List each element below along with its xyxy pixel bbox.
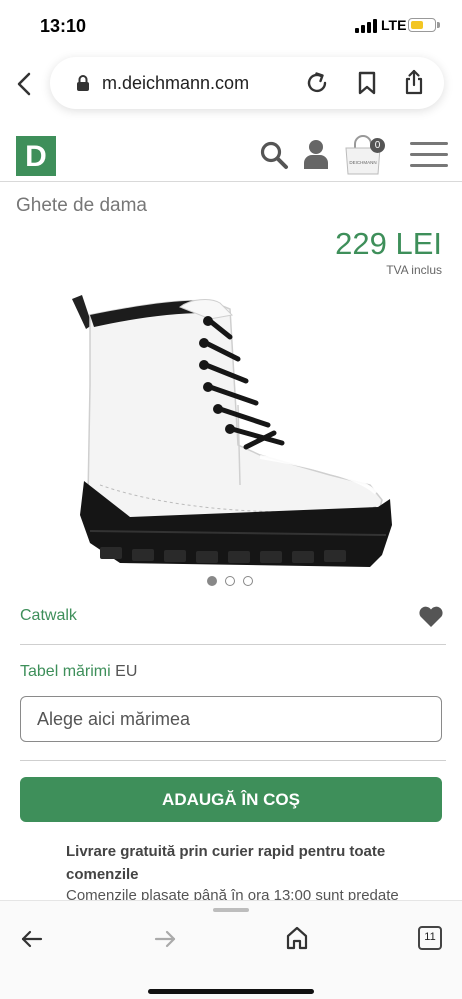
url-text[interactable]: m.deichmann.com	[102, 73, 249, 94]
home-indicator	[148, 989, 314, 994]
product-category: Ghete de dama	[16, 195, 147, 216]
carousel-dot[interactable]	[207, 576, 217, 586]
bag-count-badge: 0	[370, 138, 385, 153]
user-account-icon[interactable]	[303, 139, 329, 169]
browser-back-chevron-icon[interactable]	[14, 70, 36, 98]
carousel-dot[interactable]	[243, 576, 253, 586]
battery-icon	[408, 18, 436, 32]
battery-tip	[437, 22, 440, 28]
brand-link[interactable]: Catwalk	[20, 607, 77, 625]
divider	[20, 760, 446, 761]
status-time: 13:10	[40, 16, 87, 36]
heart-wishlist-icon[interactable]	[418, 606, 444, 628]
home-icon[interactable]	[285, 925, 309, 951]
bookmark-icon[interactable]	[356, 70, 378, 96]
deichmann-logo[interactable]: D	[16, 136, 56, 176]
carousel-dot[interactable]	[225, 576, 235, 586]
signal-icon	[355, 19, 377, 33]
bag-brand-text: DEICHMANN	[349, 160, 376, 165]
site-header: D DEICHMANN 0	[0, 122, 462, 182]
logo-letter: D	[25, 140, 47, 173]
toolbar-handle[interactable]	[213, 908, 249, 912]
divider	[20, 644, 446, 645]
search-icon[interactable]	[259, 140, 289, 170]
delivery-info-subtext: Comenzile plasate până în ora 13:00 sunt…	[66, 887, 399, 901]
image-carousel-dots	[207, 576, 257, 588]
size-select-placeholder: Alege aici mărimea	[37, 709, 191, 729]
network-label: LTE	[381, 17, 407, 33]
browser-toolbar: 11	[0, 900, 462, 999]
size-unit-label: EU	[115, 663, 138, 680]
address-bar[interactable]: m.deichmann.com	[50, 57, 444, 109]
size-table-link[interactable]: Tabel mărimi	[20, 663, 111, 680]
product-image-white-boot[interactable]	[60, 285, 400, 575]
status-bar: 13:10 LTE	[0, 0, 462, 50]
size-table-row[interactable]: Tabel mărimi EU	[20, 663, 137, 681]
vat-note: TVA inclus	[386, 263, 442, 277]
share-icon[interactable]	[402, 68, 426, 96]
hamburger-menu-icon[interactable]	[410, 142, 448, 168]
product-price: 229 LEI	[335, 226, 442, 261]
delivery-info-title: Livrare gratuită prin curier rapid pentr…	[66, 843, 386, 883]
lock-icon	[77, 75, 89, 91]
back-arrow-icon[interactable]	[20, 927, 44, 951]
forward-arrow-icon[interactable]	[153, 927, 177, 951]
add-to-cart-label: ADAUGĂ ÎN COŞ	[162, 790, 300, 809]
tabs-button[interactable]: 11	[418, 926, 442, 950]
reload-icon[interactable]	[304, 70, 330, 96]
tabs-count: 11	[424, 931, 436, 943]
add-to-cart-button[interactable]: ADAUGĂ ÎN COŞ	[20, 777, 442, 822]
size-select[interactable]: Alege aici mărimea	[20, 696, 442, 742]
